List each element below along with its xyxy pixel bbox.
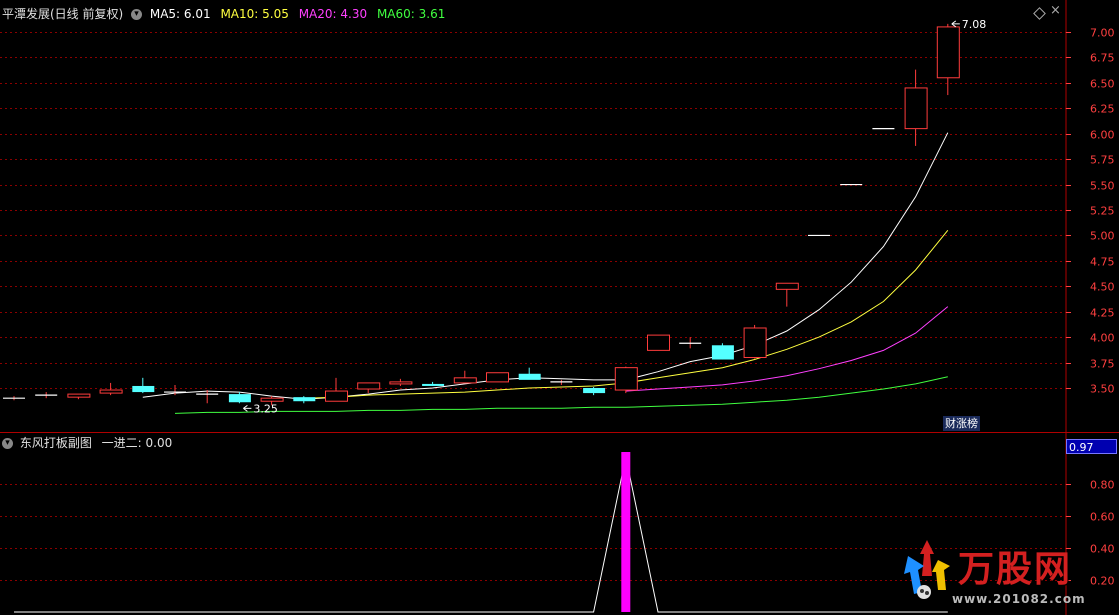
candle-body xyxy=(486,372,509,383)
candle xyxy=(35,392,58,399)
ma-line-ma5 xyxy=(142,132,949,400)
candle-body xyxy=(357,382,381,390)
candle xyxy=(614,366,638,394)
candle-body xyxy=(711,345,734,360)
candle-body xyxy=(389,381,413,385)
candle xyxy=(711,343,734,360)
y-tick-label: 5.00 xyxy=(1090,230,1115,243)
ma20-label: MA20: 4.30 xyxy=(298,7,368,21)
current-value-box: 0.97 xyxy=(1066,439,1117,454)
y-tick-label: 6.00 xyxy=(1090,129,1115,142)
watermark-logo: 万股网 www.201082.com xyxy=(900,536,1100,612)
candle-body xyxy=(260,397,284,402)
sub-header: ▾ 东风打板副图 一进二: 0.00 xyxy=(2,434,172,451)
ma5-label: MA5: 6.01 xyxy=(149,7,211,21)
stock-chart[interactable]: 3.50 3.75 4.00 4.25 4.50 4.75 5.00 5.25 5.50 5.75… xyxy=(0,0,1119,615)
y-tick-label: 7.00 xyxy=(1090,27,1115,40)
candle xyxy=(486,372,509,383)
y-tick-label: 0.60 xyxy=(1090,511,1115,524)
y-tick-label: 4.25 xyxy=(1090,307,1115,320)
candle xyxy=(357,382,381,394)
candle xyxy=(99,382,123,396)
y-tick-label: 4.00 xyxy=(1090,332,1115,345)
candle xyxy=(389,378,413,386)
close-icon[interactable]: × xyxy=(1050,3,1061,18)
candle-body xyxy=(422,383,445,386)
candle-body xyxy=(583,388,606,394)
candle xyxy=(936,23,960,96)
annotation-label: 7.08 xyxy=(962,18,987,31)
ma60-label: MA60: 3.61 xyxy=(376,7,446,21)
candle-body xyxy=(904,87,928,130)
logo-mark-icon xyxy=(902,536,952,604)
y-tick-label: 6.25 xyxy=(1090,103,1115,116)
candle xyxy=(132,377,155,394)
sub-bar xyxy=(621,452,631,612)
watermark-url: www.201082.com xyxy=(952,592,1086,606)
y-tick-label: 5.25 xyxy=(1090,205,1115,218)
candle xyxy=(904,69,928,146)
candle-body xyxy=(743,327,767,358)
candle-body xyxy=(453,377,477,384)
y-tick-label: 0.80 xyxy=(1090,479,1115,492)
y-tick-label: 6.50 xyxy=(1090,78,1115,91)
chevron-down-icon[interactable]: ▾ xyxy=(2,438,13,449)
candle xyxy=(550,379,573,385)
chevron-down-icon[interactable]: ▾ xyxy=(131,9,143,20)
candle xyxy=(325,377,348,402)
sub-line-一进二 xyxy=(14,456,948,613)
main-header: 平潭发展(日线 前复权) ▾ MA5: 6.01 MA10: 5.05 MA20… xyxy=(2,5,445,22)
candle-body xyxy=(67,393,91,398)
sub-chart-title[interactable]: 东风打板副图 xyxy=(20,436,92,450)
y-tick-label: 3.75 xyxy=(1090,358,1115,371)
candle xyxy=(743,324,767,359)
candle xyxy=(775,282,799,307)
candle xyxy=(647,334,670,351)
badge[interactable]: 财涨榜 xyxy=(943,416,980,431)
current-value-label: 0.97 xyxy=(1069,441,1094,454)
candle-body xyxy=(518,373,541,380)
candle xyxy=(518,367,541,380)
candle-body xyxy=(647,334,670,351)
watermark-brand: 万股网 xyxy=(958,549,1073,590)
candle-body xyxy=(614,367,638,391)
candle xyxy=(3,396,25,401)
y-tick-label: 6.75 xyxy=(1090,52,1115,65)
y-tick-label: 4.75 xyxy=(1090,256,1115,269)
candle-body xyxy=(228,394,251,403)
ma10-label: MA10: 5.05 xyxy=(220,7,289,21)
candle xyxy=(583,386,606,396)
candle-body xyxy=(132,385,155,393)
candle-body xyxy=(99,389,123,394)
candle-body xyxy=(775,282,799,290)
candle xyxy=(422,381,445,386)
candle xyxy=(679,337,702,349)
candle xyxy=(293,396,316,404)
badge-label: 财涨榜 xyxy=(945,417,978,430)
candle xyxy=(228,392,251,404)
y-tick-label: 5.50 xyxy=(1090,180,1115,193)
y-tick-label: 4.50 xyxy=(1090,281,1115,294)
y-tick-label: 5.75 xyxy=(1090,154,1115,167)
candle-body xyxy=(936,26,960,79)
candle-body xyxy=(325,390,348,402)
annotation-label: 3.25 xyxy=(253,402,278,415)
stock-title[interactable]: 平潭发展(日线 前复权) xyxy=(2,7,123,21)
price-annotation: 3.25 xyxy=(243,402,278,415)
candle-body xyxy=(293,397,316,402)
candle xyxy=(453,370,477,384)
candle xyxy=(67,393,91,400)
sub-indicator-label: 一进二: 0.00 xyxy=(101,436,173,450)
y-tick-label: 3.50 xyxy=(1090,383,1115,396)
